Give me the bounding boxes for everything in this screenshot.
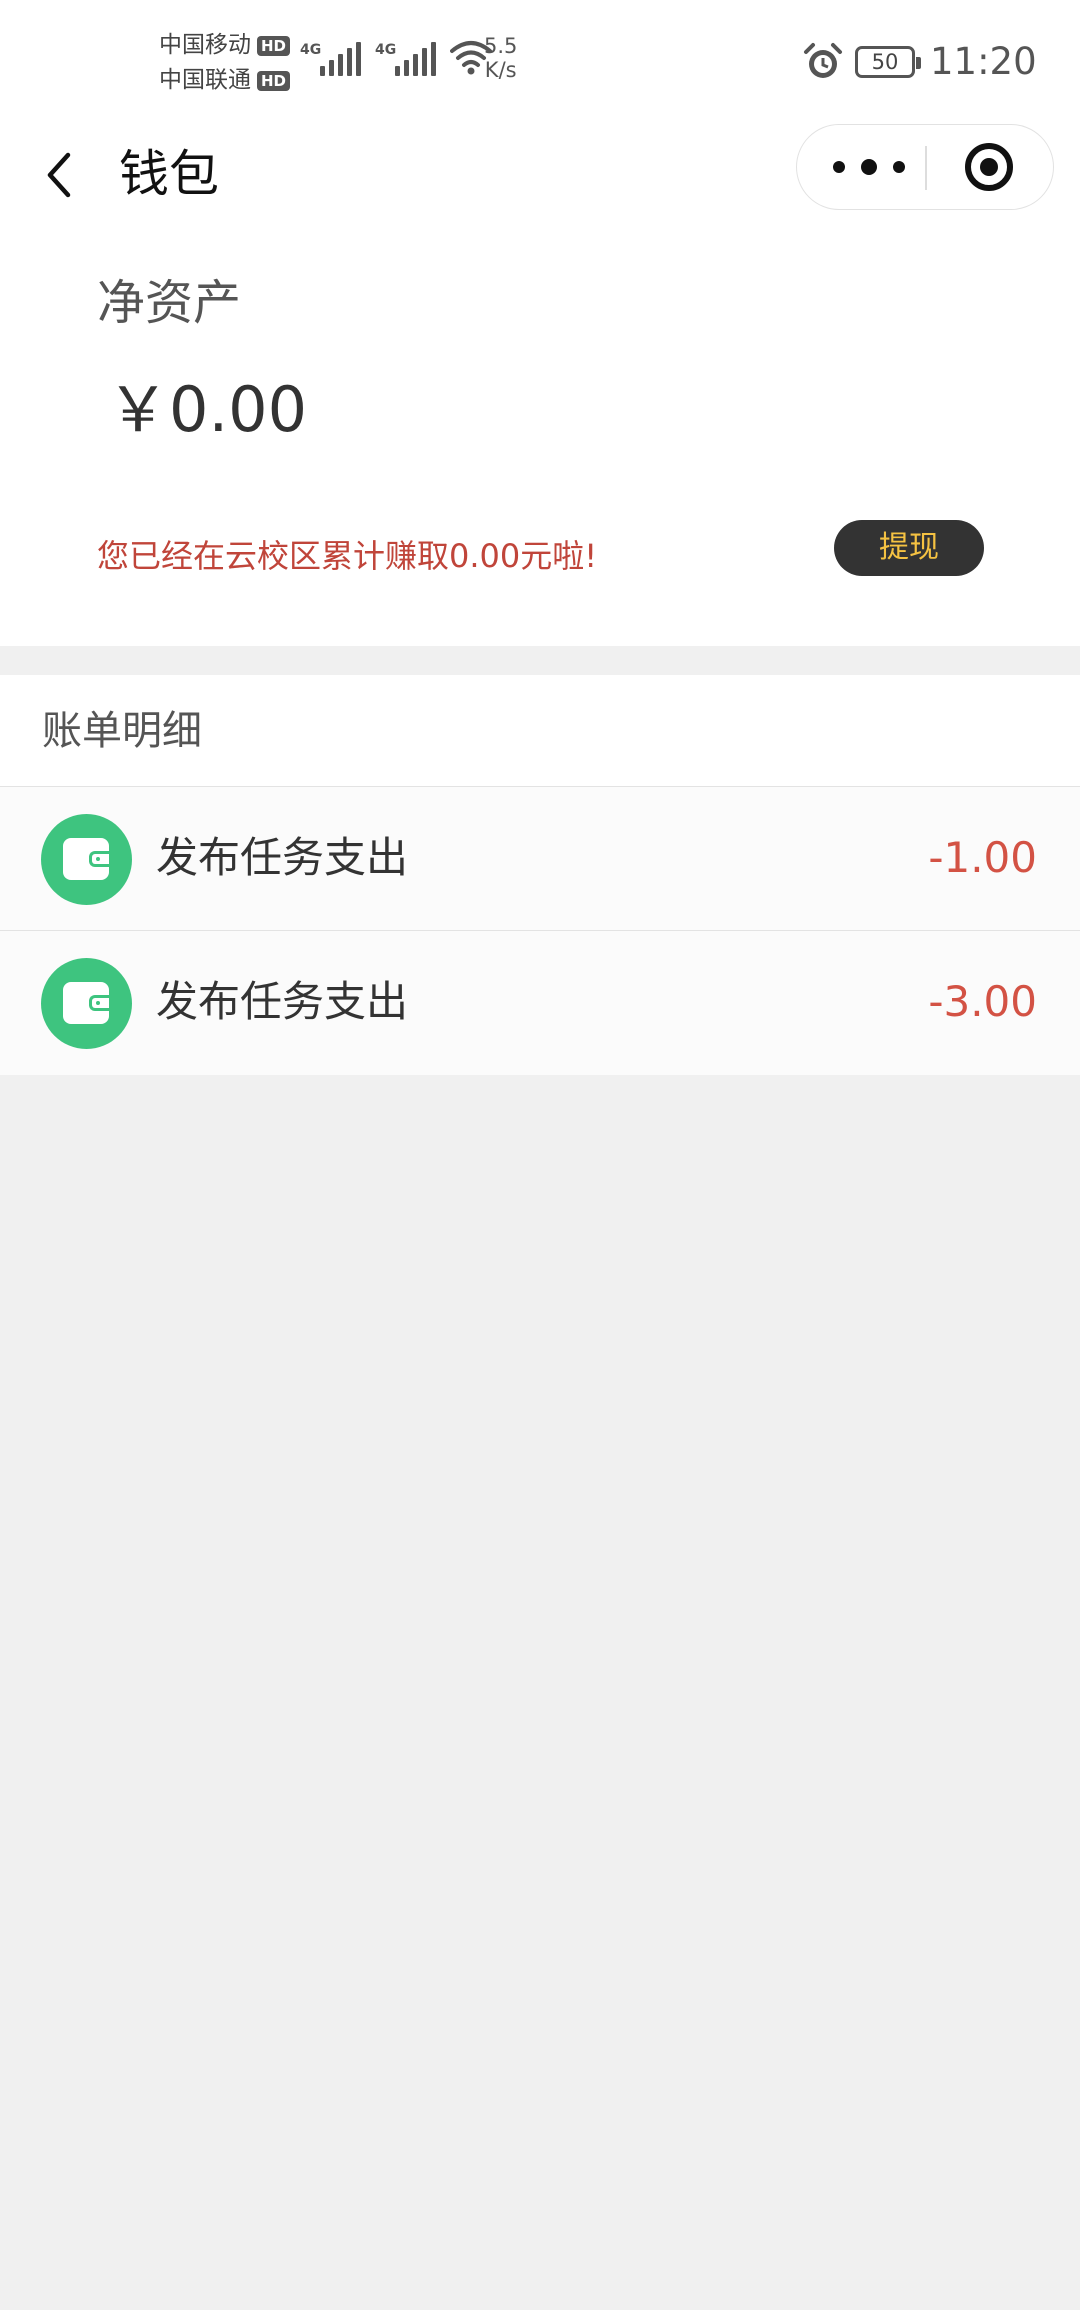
bill-item-title: 发布任务支出 (156, 833, 409, 882)
net-asset-label: 净资产 (97, 275, 242, 331)
wallet-icon (41, 958, 132, 1049)
bill-list-item[interactable]: 发布任务支出 -1.00 (0, 787, 1080, 931)
more-menu-icon[interactable] (833, 125, 905, 209)
back-arrow-icon[interactable] (40, 145, 80, 205)
wallet-icon (41, 814, 132, 905)
bill-item-title: 发布任务支出 (156, 977, 409, 1026)
battery-icon: 50 (855, 46, 921, 78)
carrier-1-label: 中国移动 (159, 32, 251, 58)
asset-card: 净资产 ￥0.00 您已经在云校区累计赚取0.00元啦! 提现 (0, 225, 1080, 646)
network-type-label: 4G (375, 42, 397, 58)
earnings-tip: 您已经在云校区累计赚取0.00元啦! (97, 537, 598, 575)
bill-item-amount: -3.00 (928, 977, 1037, 1026)
close-miniprogram-icon[interactable] (965, 143, 1013, 191)
wallet-page: 中国移动 HD 中国联通 HD 4G 4G 5.5 K/s 50 11:20 钱… (0, 0, 1080, 2310)
bill-item-amount: -1.00 (928, 833, 1037, 882)
net-speed: 5.5 K/s (484, 34, 517, 82)
bill-list: 发布任务支出 -1.00 发布任务支出 -3.00 (0, 787, 1080, 1075)
hd-badge: HD (257, 70, 291, 91)
net-speed-unit: K/s (484, 58, 517, 82)
miniprogram-capsule (796, 124, 1054, 210)
signal-icon: 4G (375, 38, 436, 76)
capsule-divider (925, 146, 927, 190)
signal-indicators: 4G 4G (300, 38, 492, 76)
withdraw-button[interactable]: 提现 (834, 520, 984, 576)
net-speed-value: 5.5 (484, 34, 518, 58)
signal-icon: 4G (300, 38, 361, 76)
bill-section-title: 账单明细 (42, 708, 202, 754)
battery-level: 50 (871, 50, 899, 74)
status-bar: 中国移动 HD 中国联通 HD 4G 4G 5.5 K/s 50 11:20 (0, 0, 1080, 125)
net-asset-value: ￥0.00 (107, 373, 308, 446)
status-time: 11:20 (930, 40, 1037, 83)
page-title: 钱包 (119, 145, 219, 203)
carrier-info: 中国移动 HD 中国联通 HD (159, 28, 291, 98)
bill-list-item[interactable]: 发布任务支出 -3.00 (0, 931, 1080, 1075)
hd-badge: HD (257, 35, 291, 56)
network-type-label: 4G (300, 42, 322, 58)
alarm-icon (804, 43, 842, 78)
bill-section-header: 账单明细 (0, 675, 1080, 787)
carrier-2-label: 中国联通 (159, 67, 251, 93)
